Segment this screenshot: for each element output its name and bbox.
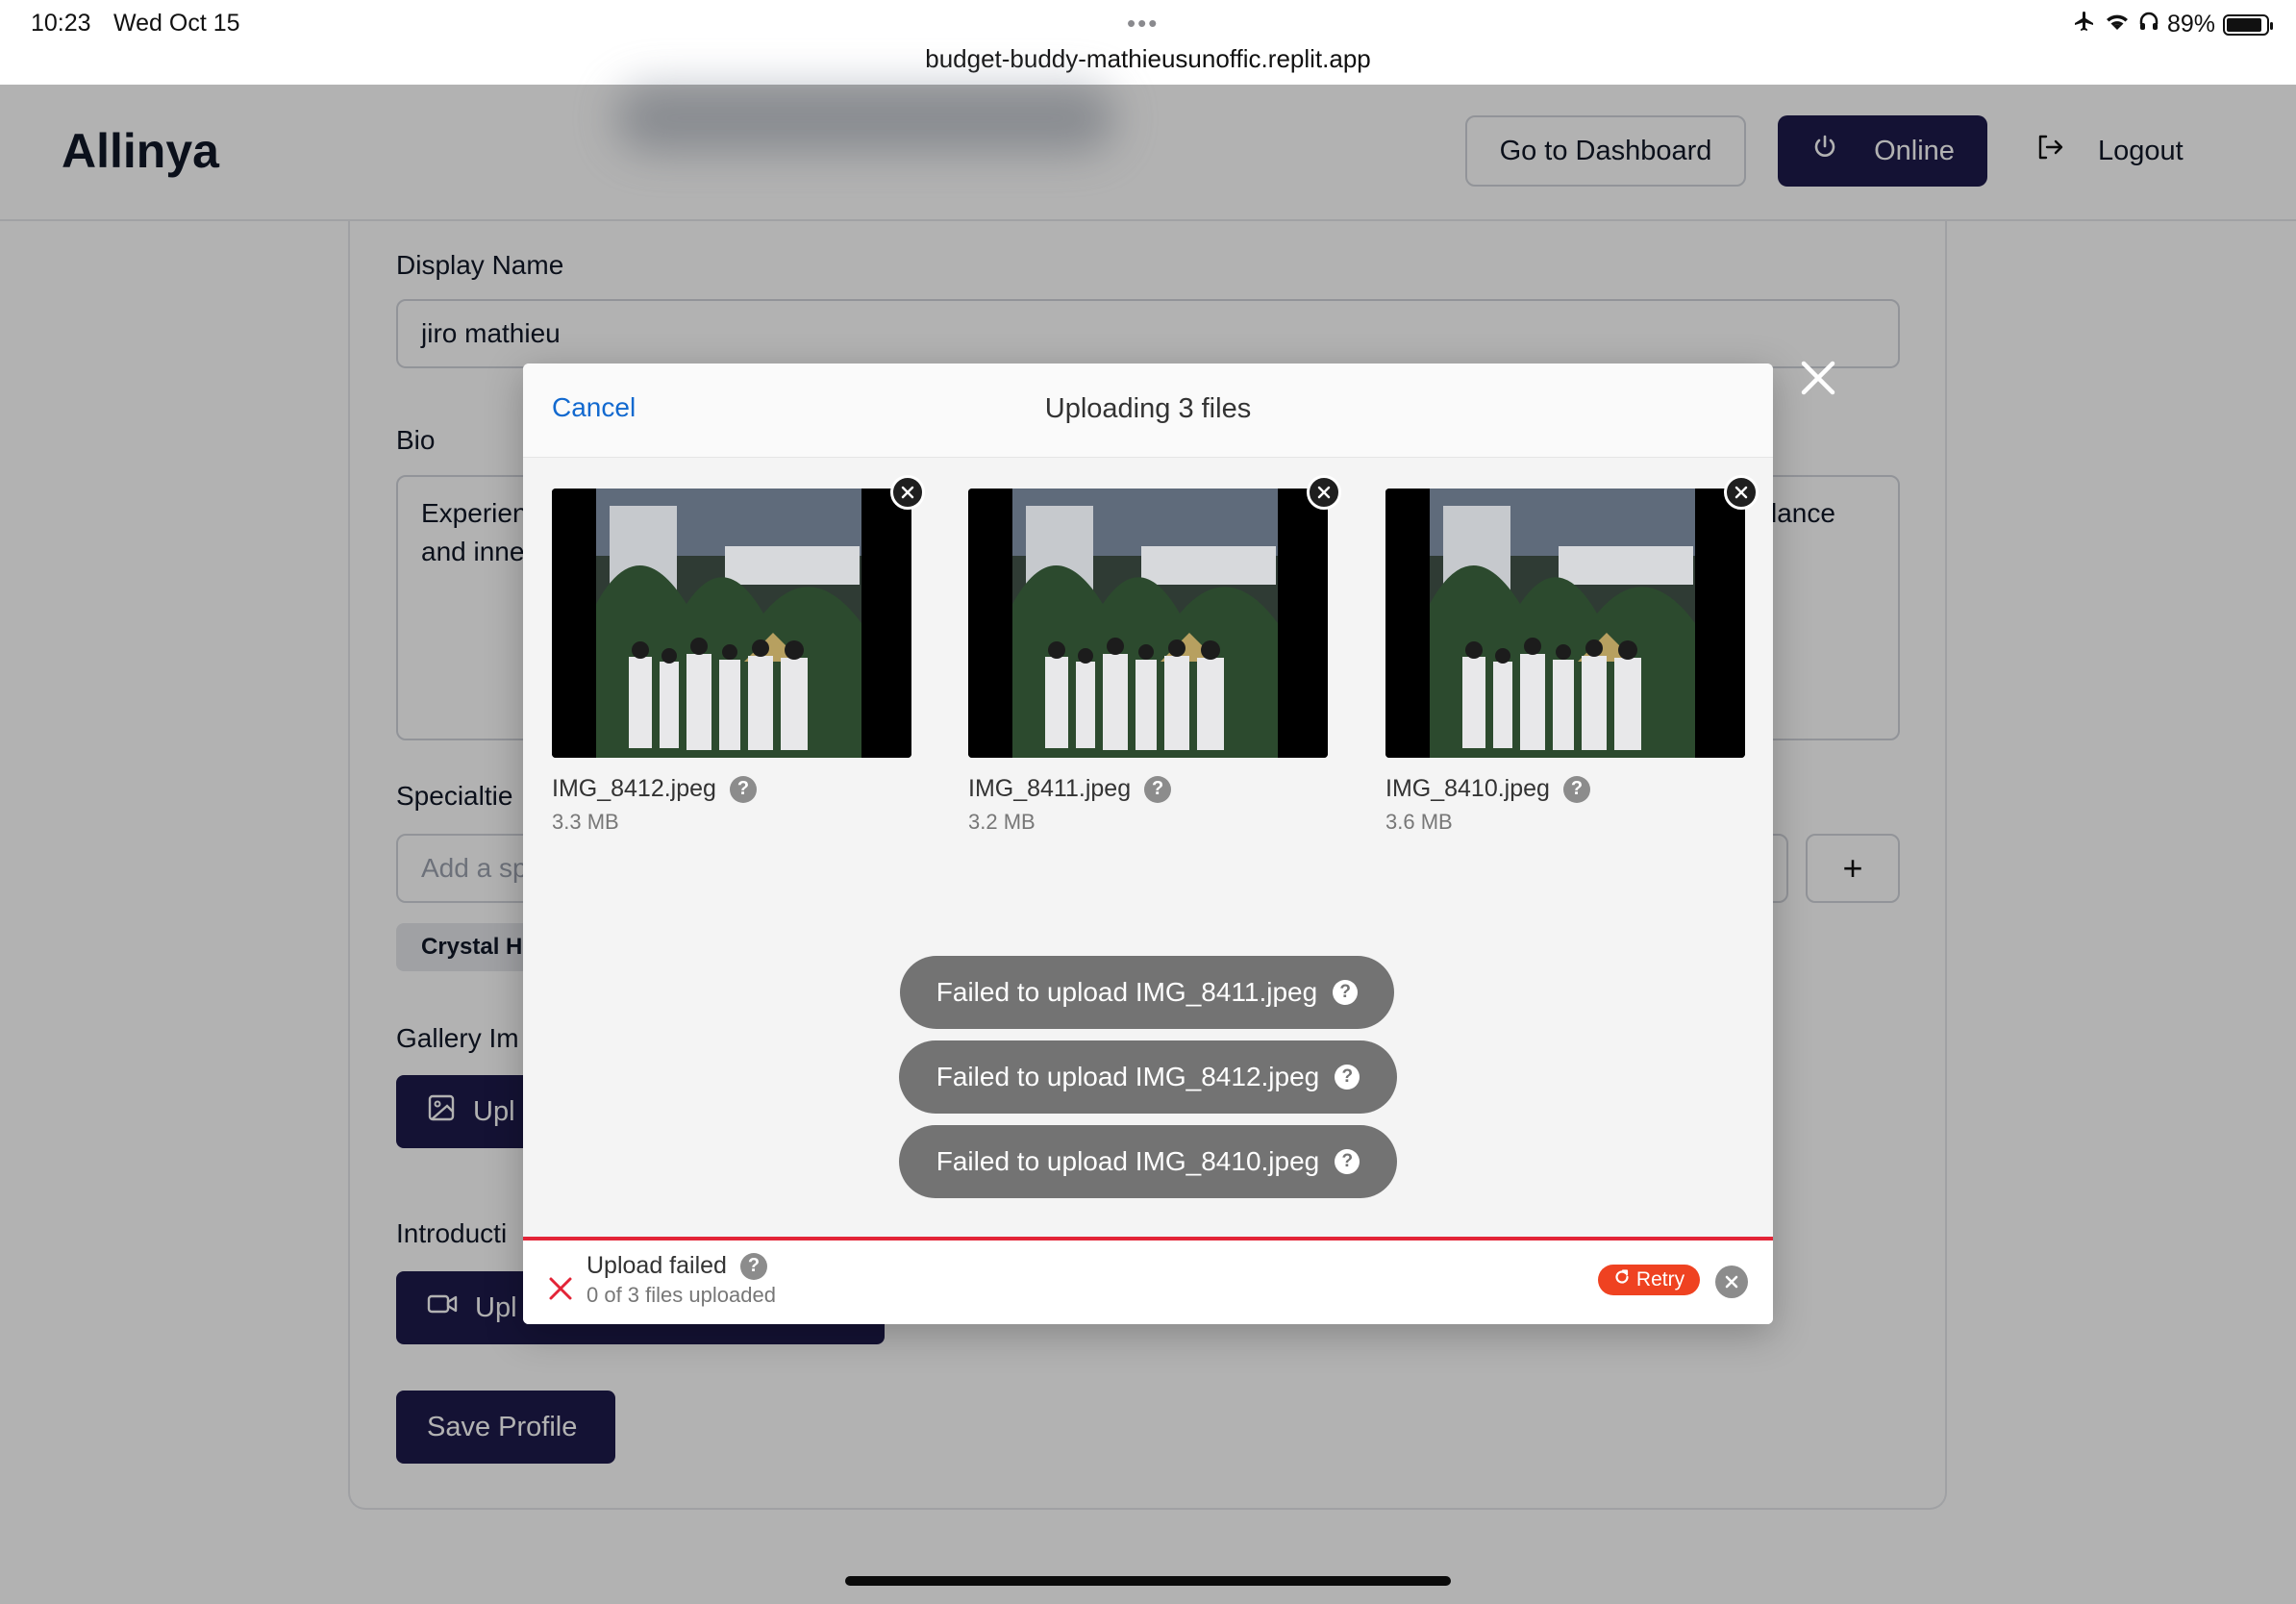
modal-title: Uploading 3 files: [1044, 393, 1252, 424]
battery-percent: 89%: [2166, 11, 2215, 38]
error-toast: Failed to upload IMG_8411.jpeg ?: [900, 956, 1394, 1029]
file-thumbnail[interactable]: [968, 489, 1328, 758]
help-icon[interactable]: ?: [1562, 775, 1590, 803]
retry-label: Retry: [1635, 1268, 1685, 1291]
ios-status-bar: 10:23 Wed Oct 15 ••• budget-buddy-mathie…: [0, 0, 2296, 85]
help-icon[interactable]: ?: [739, 1252, 767, 1280]
wifi-icon: [2104, 11, 2131, 38]
help-icon[interactable]: ?: [1144, 775, 1172, 803]
help-icon[interactable]: ?: [1335, 1149, 1360, 1174]
remove-file-icon[interactable]: [1724, 475, 1759, 510]
error-toast-text: Failed to upload IMG_8411.jpeg: [936, 977, 1318, 1007]
status-title-text: Upload failed: [586, 1252, 727, 1279]
file-thumbnail[interactable]: [1385, 489, 1745, 758]
error-toast: Failed to upload IMG_8412.jpeg ?: [899, 1040, 1397, 1114]
airplane-icon: [2073, 10, 2096, 39]
address-bar-url[interactable]: budget-buddy-mathieusunoffic.replit.app: [0, 44, 2296, 74]
headphones-icon: [2138, 11, 2159, 38]
battery-icon: [2223, 13, 2273, 36]
file-name: IMG_8411.jpeg ?: [968, 775, 1172, 803]
file-name: IMG_8410.jpeg ?: [1385, 775, 1590, 803]
status-subtitle: 0 of 3 files uploaded: [586, 1283, 776, 1307]
help-icon[interactable]: ?: [729, 775, 757, 803]
file-name: IMG_8412.jpeg ?: [552, 775, 757, 803]
help-icon[interactable]: ?: [1333, 980, 1359, 1005]
status-title: Upload failed ?: [586, 1252, 767, 1280]
file-size: 3.3 MB: [552, 810, 619, 834]
close-modal-icon[interactable]: [1796, 356, 1840, 400]
modal-topbar: Cancel Uploading 3 files: [523, 363, 1773, 458]
status-time: 10:23: [31, 10, 91, 37]
file-name-text: IMG_8412.jpeg: [552, 775, 716, 802]
refresh-icon: [1613, 1268, 1631, 1291]
error-toast-text: Failed to upload IMG_8412.jpeg: [936, 1062, 1320, 1091]
file-thumbnail[interactable]: [552, 489, 911, 758]
battery-level: [2227, 17, 2261, 32]
file-size: 3.2 MB: [968, 810, 1036, 834]
file-size: 3.6 MB: [1385, 810, 1453, 834]
error-toast-text: Failed to upload IMG_8410.jpeg: [936, 1146, 1320, 1176]
help-icon[interactable]: ?: [1335, 1065, 1360, 1090]
error-x-icon: [548, 1273, 573, 1309]
file-name-text: IMG_8411.jpeg: [968, 775, 1132, 802]
remove-file-icon[interactable]: [1307, 475, 1341, 510]
status-right-group: 89%: [2073, 10, 2273, 39]
remove-file-icon[interactable]: [890, 475, 925, 510]
dismiss-icon[interactable]: [1715, 1266, 1748, 1298]
file-name-text: IMG_8410.jpeg: [1385, 775, 1550, 802]
status-date: Wed Oct 15: [113, 10, 240, 37]
retry-button[interactable]: Retry: [1598, 1265, 1700, 1295]
upload-modal: Cancel Uploading 3 files IMG_8412.jpeg ?…: [523, 363, 1773, 1324]
upload-status-bar: Upload failed ? 0 of 3 files uploaded Re…: [523, 1237, 1773, 1324]
error-toast: Failed to upload IMG_8410.jpeg ?: [899, 1125, 1397, 1198]
multitasking-dots-icon[interactable]: •••: [1127, 11, 1159, 36]
